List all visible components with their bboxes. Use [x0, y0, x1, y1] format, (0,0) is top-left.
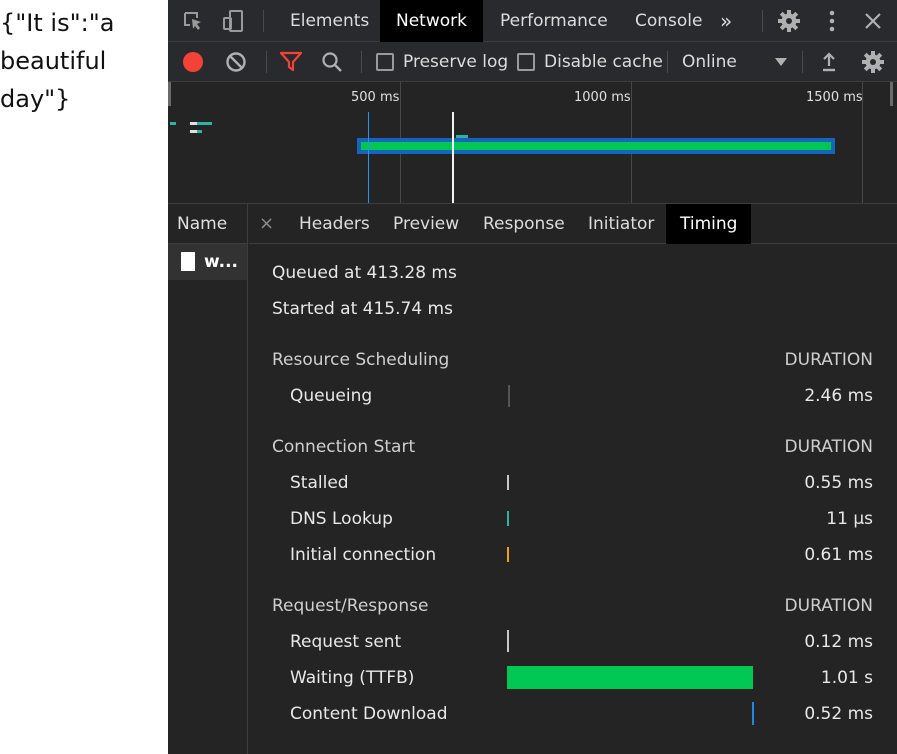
tab-timing[interactable]: Timing	[666, 204, 752, 244]
close-devtools-icon[interactable]	[860, 8, 886, 34]
tab-preview[interactable]: Preview	[379, 204, 473, 244]
chevron-down-icon[interactable]	[769, 50, 793, 74]
network-settings-gear-icon[interactable]	[861, 50, 885, 74]
more-options-icon[interactable]	[819, 8, 845, 34]
tab-headers[interactable]: Headers	[285, 204, 384, 244]
timing-label-request-sent: Request sent	[290, 632, 402, 652]
request-detail-pane: × Headers Preview Response Initiator Tim…	[249, 204, 897, 754]
timing-value-initial-connection: 0.61 ms	[804, 545, 873, 565]
dom-content-loaded-marker	[368, 112, 369, 203]
preserve-log-label[interactable]: Preserve log	[403, 42, 508, 82]
toolbar-divider	[263, 10, 264, 32]
request-row[interactable]: w...	[168, 244, 247, 280]
timing-value-queueing: 2.46 ms	[804, 386, 873, 406]
throttle-select[interactable]: Online	[682, 42, 737, 82]
early-request-mark	[197, 122, 212, 125]
tab-network[interactable]: Network	[380, 0, 483, 42]
json-text: {"It is":"a beautiful day"}	[0, 9, 115, 113]
early-request-mark	[190, 122, 197, 125]
early-request-mark	[170, 122, 176, 125]
tick-label-1500: 1500 ms	[806, 90, 863, 105]
timing-bar-content-download	[752, 702, 754, 725]
timing-label-initial-connection: Initial connection	[290, 545, 437, 565]
device-toolbar-icon[interactable]	[220, 8, 246, 34]
timing-bar-waiting-ttfb	[507, 666, 753, 689]
toolbar-divider	[361, 51, 362, 73]
devtools-panel: Elements Network Performance Console » P…	[168, 0, 897, 754]
record-icon[interactable]	[181, 50, 205, 74]
duration-header: DURATION	[784, 437, 873, 457]
preserve-log-checkbox[interactable]	[376, 53, 394, 71]
waterfall-bar	[361, 142, 831, 150]
section-resource-scheduling: Resource Scheduling	[272, 350, 450, 370]
overview-left-handle[interactable]	[168, 82, 171, 106]
timing-label-content-download: Content Download	[290, 704, 448, 724]
early-request-mark	[190, 130, 197, 133]
timing-label-waiting-ttfb: Waiting (TTFB)	[290, 668, 415, 688]
page-content: {"It is":"a beautiful day"}	[0, 0, 168, 754]
disable-cache-label[interactable]: Disable cache	[544, 42, 663, 82]
duration-header: DURATION	[784, 350, 873, 370]
inspect-element-icon[interactable]	[180, 8, 206, 34]
section-connection-start: Connection Start	[272, 437, 416, 457]
section-request-response: Request/Response	[272, 596, 429, 616]
timing-bar-dns-lookup	[507, 511, 509, 526]
timing-value-dns-lookup: 11 µs	[826, 509, 873, 529]
tab-elements[interactable]: Elements	[274, 0, 385, 42]
toolbar-divider	[266, 51, 267, 73]
tab-performance[interactable]: Performance	[484, 0, 624, 42]
name-column-header[interactable]: Name	[168, 204, 247, 244]
search-icon[interactable]	[320, 50, 344, 74]
tick-label-500: 500 ms	[351, 90, 400, 105]
timing-value-request-sent: 0.12 ms	[804, 632, 873, 652]
devtools-top-bar: Elements Network Performance Console »	[168, 0, 897, 42]
timing-label-dns-lookup: DNS Lookup	[290, 509, 393, 529]
started-at-text: Started at 415.74 ms	[272, 299, 453, 319]
more-tabs-icon[interactable]: »	[712, 0, 740, 42]
timing-label-stalled: Stalled	[290, 473, 349, 493]
timing-value-content-download: 0.52 ms	[804, 704, 873, 724]
toolbar-divider	[667, 51, 668, 73]
toolbar-divider	[802, 51, 803, 73]
document-file-icon	[181, 252, 195, 271]
timing-value-stalled: 0.55 ms	[804, 473, 873, 493]
tab-response[interactable]: Response	[469, 204, 579, 244]
filter-icon[interactable]	[279, 50, 303, 74]
timing-value-waiting-ttfb: 1.01 s	[820, 668, 873, 688]
tick-label-1000: 1000 ms	[574, 90, 631, 105]
timing-label-queueing: Queueing	[290, 386, 373, 406]
timing-bar-request-sent	[507, 630, 509, 652]
load-marker	[452, 112, 454, 203]
detail-tabs: × Headers Preview Response Initiator Tim…	[249, 204, 897, 244]
clear-icon[interactable]	[224, 50, 248, 74]
queued-at-text: Queued at 413.28 ms	[272, 263, 457, 283]
network-toolbar: Preserve log Disable cache Online	[168, 42, 897, 82]
request-list: Name w...	[168, 204, 248, 754]
import-har-icon[interactable]	[817, 50, 841, 74]
tab-console[interactable]: Console	[619, 0, 719, 42]
tab-initiator[interactable]: Initiator	[574, 204, 668, 244]
toolbar-divider	[762, 10, 763, 32]
request-name: w...	[204, 252, 238, 272]
close-detail-icon[interactable]: ×	[259, 204, 274, 244]
timing-bar-initial-connection	[507, 547, 509, 562]
disable-cache-checkbox[interactable]	[517, 53, 535, 71]
overview-right-handle[interactable]	[890, 82, 893, 106]
duration-header: DURATION	[784, 596, 873, 616]
timing-bar-queueing	[508, 385, 510, 407]
early-request-mark	[197, 130, 202, 133]
settings-gear-icon[interactable]	[776, 8, 802, 34]
network-overview-timeline[interactable]: 500 ms 1000 ms 1500 ms	[168, 82, 897, 204]
timing-bar-stalled	[507, 475, 509, 490]
